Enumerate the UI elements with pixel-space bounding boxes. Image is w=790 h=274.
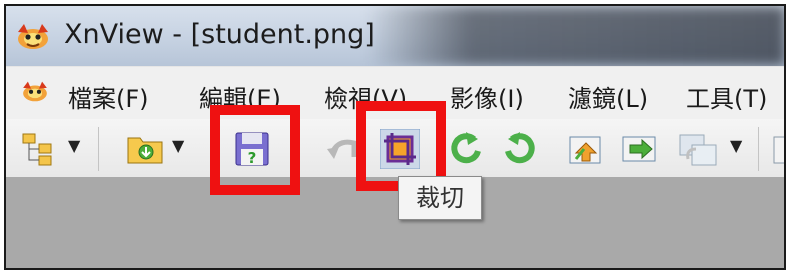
menu-image[interactable]: 影像(I) [450, 79, 524, 114]
xnview-menu-icon[interactable] [20, 80, 50, 106]
screenshot-frame: XnView - [student.png] 檔案(F) 編輯(E) 檢視(V)… [4, 4, 786, 270]
arrow-right-icon[interactable] [620, 129, 660, 169]
menu-file[interactable]: 檔案(F) [68, 79, 149, 114]
arrow-up-icon[interactable] [566, 129, 606, 169]
menu-tools[interactable]: 工具(T) [686, 79, 767, 114]
toolbar-separator [758, 127, 759, 171]
crop-tooltip: 裁切 [398, 176, 482, 220]
xnview-app-icon[interactable] [14, 22, 52, 52]
chevron-down-icon[interactable]: ▼ [172, 138, 186, 154]
title-bar: XnView - [student.png] [6, 6, 784, 66]
rotate-right-icon[interactable] [500, 129, 540, 169]
folder-tree-icon[interactable] [20, 129, 60, 169]
convert-icon[interactable] [678, 129, 718, 169]
toolbar-separator [98, 127, 99, 171]
menu-filter[interactable]: 濾鏡(L) [568, 79, 648, 114]
chevron-down-icon[interactable]: ▼ [730, 138, 744, 154]
rotate-left-icon[interactable] [446, 129, 486, 169]
folder-open-icon[interactable] [126, 129, 166, 169]
chevron-down-icon[interactable]: ▼ [68, 138, 82, 154]
title-bar-shadow [366, 6, 784, 66]
window-title: XnView - [student.png] [64, 19, 375, 50]
save-button-highlight [210, 105, 300, 195]
toolbar-overflow-icon[interactable] [772, 129, 784, 169]
